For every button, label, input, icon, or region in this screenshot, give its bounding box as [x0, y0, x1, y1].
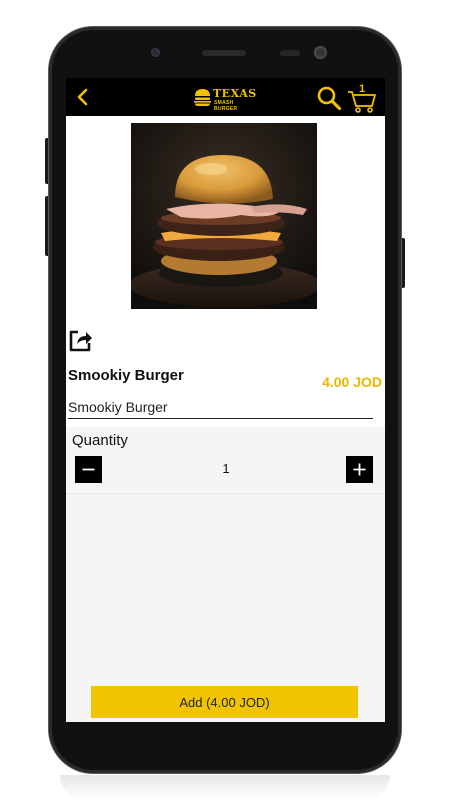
app-header: TEXAS SMASH BURGER 1 — [66, 78, 385, 116]
minus-icon — [82, 468, 95, 471]
product-price: 4.00 JOD — [322, 374, 382, 390]
burger-photo — [131, 123, 317, 309]
description-divider — [68, 418, 373, 419]
search-icon — [317, 86, 342, 111]
earpiece-speaker — [202, 50, 246, 56]
proximity-sensor — [280, 50, 300, 56]
app-screen: TEXAS SMASH BURGER 1 Smookiy Burger 4.00… — [66, 78, 385, 722]
product-image — [131, 123, 317, 309]
logo-title: TEXAS — [213, 87, 257, 100]
quantity-decrease-button[interactable] — [75, 456, 102, 483]
quantity-increase-button[interactable] — [346, 456, 373, 483]
back-button[interactable] — [73, 87, 93, 107]
quantity-label: Quantity — [72, 432, 128, 449]
plus-icon — [353, 463, 366, 476]
quantity-divider — [66, 493, 385, 494]
share-icon — [69, 330, 92, 352]
logo-subtitle: SMASH BURGER — [214, 100, 238, 112]
product-description: Smookiy Burger — [68, 399, 168, 415]
chevron-left-icon — [77, 88, 88, 106]
share-button[interactable] — [68, 327, 94, 353]
camera-sensor — [151, 48, 160, 57]
quantity-value: 1 — [222, 461, 230, 476]
phone-reflection — [60, 775, 390, 800]
burger-logo-icon — [194, 89, 211, 106]
product-name: Smookiy Burger — [68, 367, 184, 384]
front-camera — [314, 46, 327, 59]
search-button[interactable] — [316, 85, 342, 111]
add-to-cart-button[interactable]: Add (4.00 JOD) — [91, 686, 358, 718]
cart-count-badge: 1 — [359, 83, 366, 95]
brand-logo: TEXAS SMASH BURGER — [194, 87, 257, 112]
